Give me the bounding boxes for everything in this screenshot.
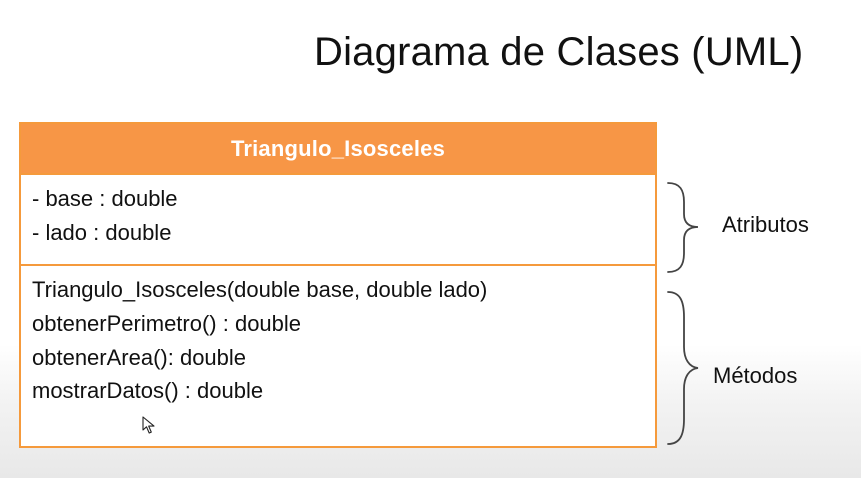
slide-title: Diagrama de Clases (UML): [314, 30, 804, 74]
methods-label: Métodos: [713, 363, 798, 388]
method-line: obtenerArea(): double: [32, 345, 247, 370]
attributes-section: - base : double - lado : double: [21, 173, 655, 266]
method-line: Triangulo_Isosceles(double base, double …: [32, 277, 488, 302]
method-line: obtenerPerimetro() : double: [32, 311, 302, 336]
uml-class-box: Triangulo_Isosceles - base : double - la…: [19, 122, 657, 448]
methods-section: Triangulo_Isosceles(double base, double …: [21, 266, 655, 446]
attribute-line: - base : double: [32, 186, 178, 211]
methods-brace-icon: [667, 291, 699, 445]
class-header: Triangulo_Isosceles: [21, 124, 655, 173]
cursor-icon: [142, 416, 155, 434]
attribute-line: - lado : double: [32, 220, 172, 245]
attributes-label: Atributos: [722, 212, 809, 237]
method-line: mostrarDatos() : double: [32, 378, 264, 403]
attributes-brace-icon: [667, 182, 699, 273]
